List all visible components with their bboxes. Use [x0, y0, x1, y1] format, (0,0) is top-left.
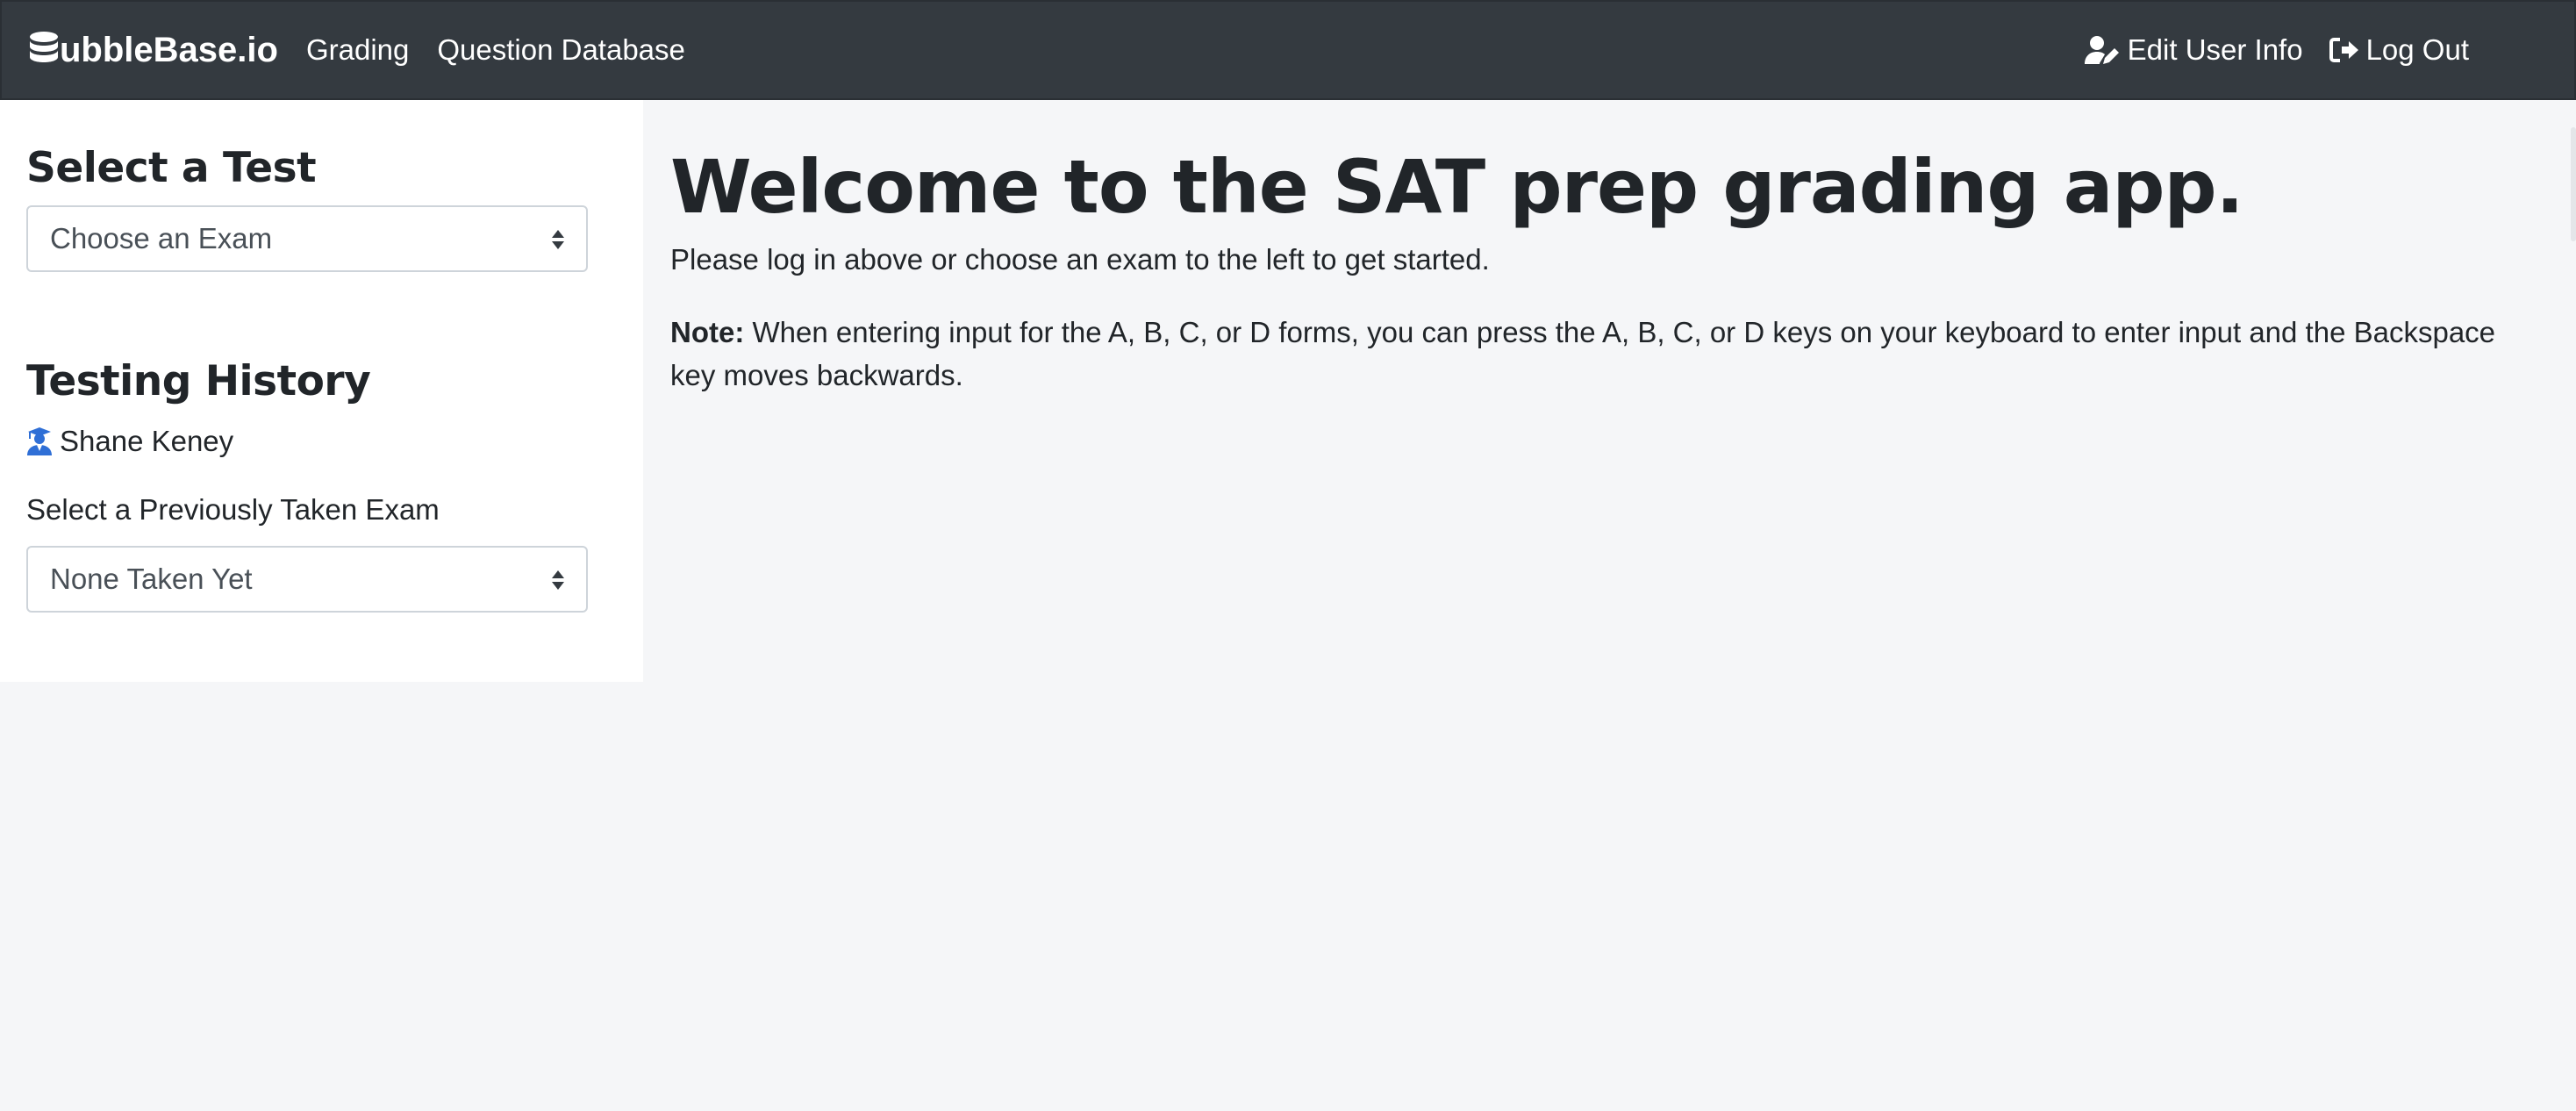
note-text: Note: When entering input for the A, B, …	[670, 311, 2522, 397]
previous-exam-select-value: None Taken Yet	[50, 563, 253, 595]
current-user: Shane Keney	[26, 425, 233, 458]
log-out-link[interactable]: Log Out	[2329, 33, 2469, 67]
brand-link[interactable]: ubbleBase.io	[28, 31, 278, 70]
graduate-icon	[27, 427, 52, 455]
sidebar: Select a Test Choose an Exam Testing His…	[0, 100, 643, 682]
exam-select-value: Choose an Exam	[50, 222, 273, 254]
intro-text: Please log in above or choose an exam to…	[670, 243, 1490, 276]
note-label: Note:	[670, 316, 745, 348]
top-navbar: ubbleBase.io Grading Question Database E…	[0, 0, 2576, 100]
user-name: Shane Keney	[60, 425, 234, 457]
sort-arrows-icon	[552, 570, 564, 590]
sort-arrows-icon	[552, 230, 564, 249]
edit-user-link[interactable]: Edit User Info	[2084, 33, 2303, 67]
database-icon	[30, 32, 58, 62]
nav-link-grading[interactable]: Grading	[306, 33, 409, 67]
previous-exam-label: Select a Previously Taken Exam	[26, 493, 440, 526]
edit-user-label: Edit User Info	[2127, 33, 2303, 66]
scrollbar[interactable]	[2571, 127, 2576, 241]
nav-link-question-database[interactable]: Question Database	[437, 33, 685, 67]
user-edit-icon	[2084, 36, 2119, 64]
sign-out-icon	[2329, 38, 2358, 62]
page-title: Welcome to the SAT prep grading app.	[670, 144, 2244, 230]
brand-name: ubbleBase.io	[60, 30, 278, 69]
exam-select[interactable]: Choose an Exam	[26, 205, 588, 272]
nav-right: Edit User Info Log Out	[2057, 2, 2469, 98]
note-body: When entering input for the A, B, C, or …	[670, 316, 2496, 391]
previous-exam-select[interactable]: None Taken Yet	[26, 546, 588, 613]
select-test-heading: Select a Test	[26, 144, 317, 192]
log-out-label: Log Out	[2365, 33, 2469, 66]
testing-history-heading: Testing History	[26, 357, 371, 405]
